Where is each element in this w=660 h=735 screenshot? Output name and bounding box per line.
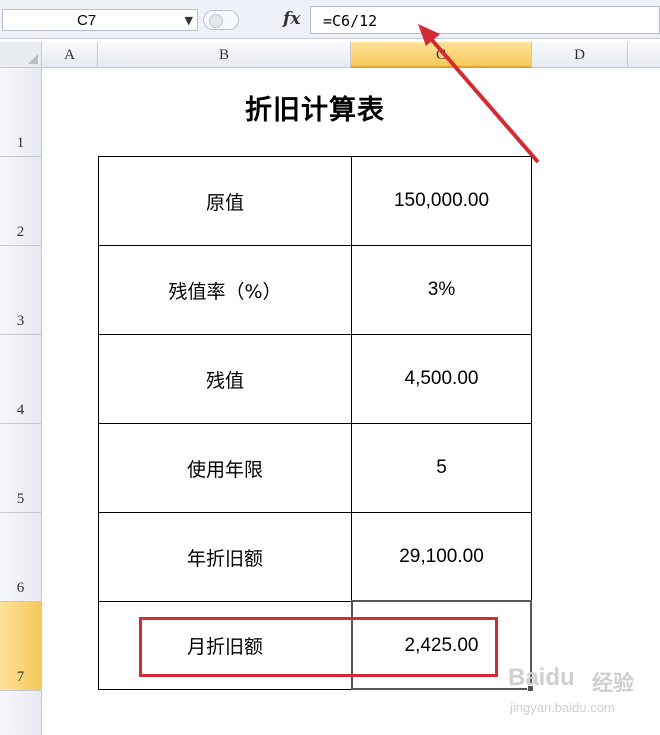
baidu-jingyan-watermark: Baidu 经验 jingyan.baidu.com bbox=[508, 664, 658, 724]
annotation-arrow-icon bbox=[418, 24, 540, 164]
watermark-cn: 经验 bbox=[592, 671, 634, 695]
watermark-brand: Baidu bbox=[508, 664, 575, 691]
watermark-url: jingyan.baidu.com bbox=[510, 700, 615, 715]
